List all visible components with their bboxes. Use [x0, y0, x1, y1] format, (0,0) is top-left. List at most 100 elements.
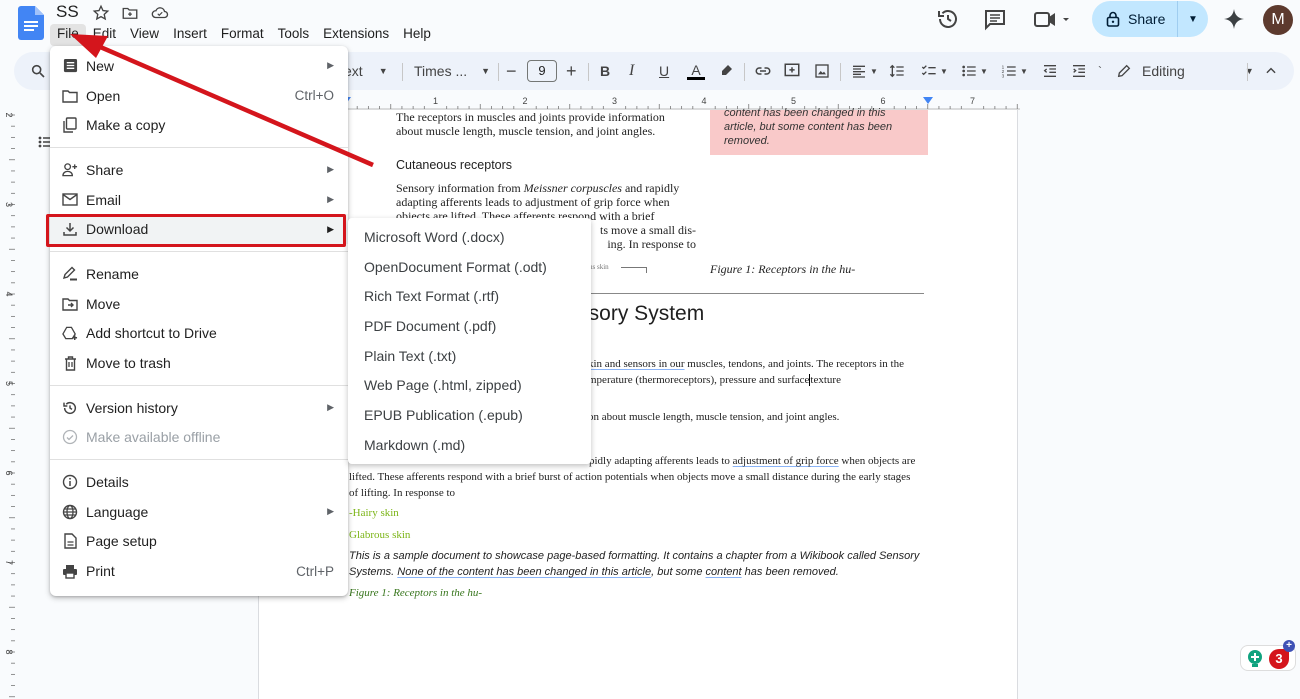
caret-icon: ▼	[870, 66, 878, 76]
ruler-tick-label: 5	[4, 381, 14, 386]
increase-indent-icon[interactable]	[1070, 52, 1088, 90]
meet-button[interactable]	[1033, 7, 1075, 33]
menu-bar: File Edit View Insert Format Tools Exten…	[50, 24, 438, 46]
plus-icon: +	[1283, 640, 1295, 652]
menu-edit[interactable]: Edit	[86, 24, 123, 46]
file-menu-item-page-setup[interactable]: Page setup	[50, 527, 348, 557]
more-options-icon[interactable]: `	[1098, 52, 1102, 90]
page-icon	[62, 533, 78, 550]
divider	[840, 63, 841, 81]
font-label: Times ...	[414, 63, 468, 79]
text-run: has been removed.	[741, 566, 839, 578]
star-icon[interactable]	[92, 4, 112, 22]
hairy-skin-label: -Hairy skin	[349, 507, 399, 519]
file-menu-item-language[interactable]: Language ▶	[50, 497, 348, 527]
bold-button[interactable]: B	[600, 52, 610, 90]
menu-item-label: Move to trash	[86, 355, 171, 372]
file-menu: New ▶ Open Ctrl+O Make a copy Share ▶ Email ▶ Dow…	[50, 46, 348, 596]
version-history-icon[interactable]	[936, 7, 962, 33]
text-run: kin and sensors in our	[588, 358, 685, 370]
menu-view[interactable]: View	[123, 24, 166, 46]
insert-link-icon[interactable]	[754, 52, 772, 90]
vertical-ruler[interactable]: 2 3 4 5 6 7 8	[0, 110, 16, 699]
move-folder-icon[interactable]	[121, 4, 141, 22]
underline-button[interactable]: U	[659, 52, 669, 90]
menu-item-label: Open	[86, 87, 121, 104]
insert-image-icon[interactable]	[814, 52, 830, 90]
style-select[interactable]: ext ▼	[344, 52, 388, 90]
editing-mode-select[interactable]: Editing ▼	[1116, 52, 1254, 90]
increase-font-size-button[interactable]: +	[566, 52, 577, 90]
share-dropdown-caret-icon[interactable]: ▼	[1178, 14, 1208, 25]
italic-button[interactable]: I	[629, 52, 634, 90]
menu-item-label: Page setup	[86, 533, 157, 550]
account-avatar[interactable]: M	[1263, 5, 1293, 35]
file-menu-item-version-history[interactable]: Version history ▶	[50, 393, 348, 423]
file-menu-item-details[interactable]: Details	[50, 467, 348, 497]
search-menus-icon[interactable]	[30, 52, 46, 90]
file-menu-item-print[interactable]: Print Ctrl+P	[50, 556, 348, 586]
cloud-saved-icon[interactable]	[150, 4, 170, 22]
svg-text:3: 3	[1002, 74, 1005, 79]
shortcut-hint: Ctrl+O	[294, 88, 334, 104]
menu-tools[interactable]: Tools	[271, 24, 317, 46]
align-menu[interactable]: ▼	[850, 52, 878, 90]
menu-separator	[50, 251, 348, 253]
download-option[interactable]: Rich Text Format (.rtf)	[348, 281, 591, 311]
file-menu-item-rename[interactable]: Rename	[50, 259, 348, 289]
ruler-tick-label: 3	[612, 96, 617, 106]
font-select[interactable]: Times ... ▼	[414, 52, 490, 90]
download-option[interactable]: Plain Text (.txt)	[348, 341, 591, 371]
file-menu-item-open[interactable]: Open Ctrl+O	[50, 81, 348, 111]
checklist-menu[interactable]: ▼	[920, 52, 948, 90]
menu-item-label: Details	[86, 474, 129, 491]
text-run: when objects are	[838, 455, 916, 467]
file-menu-item-email[interactable]: Email ▶	[50, 185, 348, 215]
download-option[interactable]: EPUB Publication (.epub)	[348, 400, 591, 430]
ruler-tick-label: 3	[4, 202, 14, 207]
callout-box: content has been changed in this article…	[710, 107, 928, 155]
figure-caption-green: Figure 1: Receptors in the hu-	[349, 587, 483, 599]
download-option[interactable]: Web Page (.html, zipped)	[348, 370, 591, 400]
text-color-button[interactable]: A	[687, 52, 705, 90]
decrease-font-size-button[interactable]: −	[506, 52, 517, 90]
font-size-input[interactable]: 9	[527, 60, 557, 82]
download-option[interactable]: Markdown (.md)	[348, 430, 591, 460]
file-menu-item-make-a-copy[interactable]: Make a copy	[50, 110, 348, 140]
file-menu-item-new[interactable]: New ▶	[50, 51, 348, 81]
highlight-pen-icon[interactable]	[718, 52, 734, 90]
menu-extensions[interactable]: Extensions	[316, 24, 396, 46]
add-comment-icon[interactable]	[783, 52, 801, 90]
download-option[interactable]: PDF Document (.pdf)	[348, 311, 591, 341]
ruler-tick-label: 4	[701, 96, 706, 106]
move-folder-icon	[62, 296, 78, 312]
docs-logo-icon[interactable]	[18, 6, 44, 40]
heading-cutaneous-receptors: Cutaneous receptors	[396, 158, 513, 172]
download-option[interactable]: Microsoft Word (.docx)	[348, 222, 591, 252]
submenu-arrow-icon: ▶	[327, 194, 334, 205]
file-menu-item-make-available-offline: Make available offline	[50, 423, 348, 453]
share-button[interactable]: Share	[1092, 1, 1178, 37]
gemini-icon[interactable]	[1222, 7, 1248, 33]
download-option[interactable]: OpenDocument Format (.odt)	[348, 252, 591, 282]
menu-format[interactable]: Format	[214, 24, 271, 46]
document-title[interactable]: SS	[56, 2, 79, 22]
share-label: Share	[1128, 11, 1166, 27]
decrease-indent-icon[interactable]	[1041, 52, 1059, 90]
caret-icon: ▼	[378, 66, 388, 76]
menu-insert[interactable]: Insert	[166, 24, 214, 46]
line-spacing-icon[interactable]	[888, 52, 906, 90]
ruler-tick-label: 6	[880, 96, 885, 106]
file-menu-item-add-shortcut-to-drive[interactable]: Add shortcut to Drive	[50, 319, 348, 349]
numbered-list-menu[interactable]: 1 2 3 ▼	[1000, 52, 1028, 90]
menu-help[interactable]: Help	[396, 24, 438, 46]
menu-file[interactable]: File	[50, 24, 86, 46]
bulleted-list-menu[interactable]: ▼	[960, 52, 988, 90]
file-menu-item-share[interactable]: Share ▶	[50, 155, 348, 185]
comments-icon[interactable]	[983, 7, 1009, 33]
file-menu-item-move-to-trash[interactable]: Move to trash	[50, 348, 348, 378]
file-menu-item-move[interactable]: Move	[50, 289, 348, 319]
extension-badge[interactable]: 3 +	[1240, 640, 1296, 671]
paragraph-sample-note: This is a sample document to showcase pa…	[349, 548, 939, 580]
hide-menus-chevron-up-icon[interactable]	[1264, 52, 1278, 90]
